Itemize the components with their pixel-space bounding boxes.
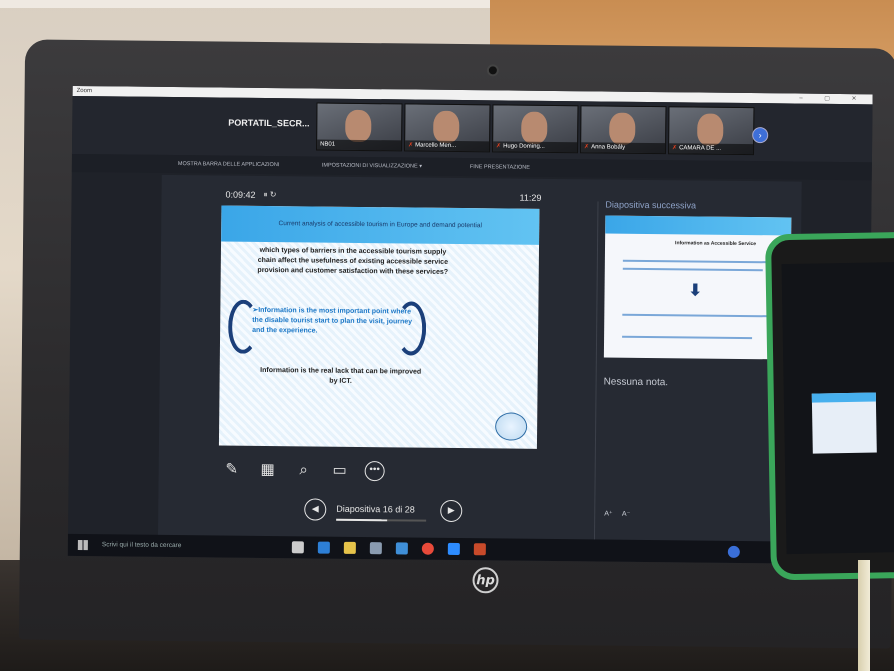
slide-navigation: ◀ Diapositiva 16 di 28 ▶ <box>304 498 474 523</box>
next-slide-title: Information as Accessible Service <box>675 240 757 248</box>
participant-video[interactable]: ✗ Anna Bobály <box>580 105 667 155</box>
participant-name: CAMARA DE ... <box>679 145 722 152</box>
participant-video[interactable]: ✗ Hugo Doming... <box>492 104 579 154</box>
windows-start-icon[interactable] <box>77 540 88 551</box>
participant-caption: ✗ Anna Bobály <box>581 142 666 154</box>
slides-grid-icon[interactable]: ▦ <box>257 460 279 480</box>
next-slide-label: Diapositiva successiva <box>605 199 697 211</box>
phone-screen <box>781 261 894 555</box>
window-controls[interactable]: – ▢ ✕ <box>799 94 866 105</box>
increase-font-button[interactable]: A⁺ <box>604 511 612 518</box>
participant-caption: ✗ CAMARA DE ... <box>669 143 754 155</box>
participant-name: Anna Bobály <box>591 144 626 151</box>
next-slide-button[interactable]: ▶ <box>440 499 463 523</box>
pen-icon[interactable]: ✎ <box>221 460 243 480</box>
next-slide-text-line <box>622 335 753 340</box>
hp-logo: hp <box>472 567 499 594</box>
muted-mic-icon: ✗ <box>408 142 414 149</box>
participant-face <box>345 109 372 143</box>
next-slide-text-line <box>622 313 773 318</box>
laptop: Zoom – ▢ ✕ PORTATIL_SECR... NB01 ✗ Marcel… <box>18 39 894 649</box>
right-arrow-arc <box>395 301 427 356</box>
screen-icon[interactable]: ▭ <box>329 461 351 481</box>
participant-name: NB01 <box>317 139 402 151</box>
next-slide-text-line <box>622 259 773 264</box>
powerpoint-icon[interactable] <box>473 543 486 556</box>
window-title: Zoom <box>76 87 93 95</box>
webcam <box>486 64 499 77</box>
participant-face <box>521 111 548 144</box>
participant-video[interactable]: ✗ CAMARA DE ... <box>667 106 755 156</box>
participant-name: Hugo Doming... <box>503 143 545 150</box>
participant-face <box>609 112 636 145</box>
muted-mic-icon: ✗ <box>584 144 590 151</box>
participant-video[interactable]: ✗ Marcello Men... <box>404 103 491 153</box>
store-icon[interactable] <box>369 542 382 555</box>
participant-caption: ✗ Marcello Men... <box>405 140 490 152</box>
host-name: PORTATIL_SECR... <box>228 117 310 129</box>
slide-header: Current analysis of accessible tourism i… <box>221 205 540 245</box>
slide-question: which types of barriers in the accessibl… <box>257 246 449 276</box>
muted-mic-icon: ✗ <box>672 145 678 152</box>
end-presentation-button[interactable]: FINE PRESENTAZIONE <box>470 164 530 171</box>
notes-text: Nessuna nota. <box>603 376 669 389</box>
charging-cable <box>858 560 870 671</box>
current-slide: Current analysis of accessible tourism i… <box>218 205 540 449</box>
task-view-icon[interactable] <box>291 541 304 554</box>
chrome-icon[interactable] <box>421 542 434 555</box>
previous-slide-button[interactable]: ◀ <box>304 498 327 521</box>
edge-icon[interactable] <box>317 541 330 554</box>
font-size-controls: A⁺ A⁻ <box>604 510 630 518</box>
decrease-font-button[interactable]: A⁻ <box>622 511 630 518</box>
slide-point: ➢Information is the most important point… <box>252 306 413 335</box>
slide-counter: Diapositiva 16 di 28 <box>336 503 415 515</box>
timer-controls: ⏸ ↻ <box>263 190 277 200</box>
next-slide-preview: Information as Accessible Service ⬇ <box>603 215 792 360</box>
mail-icon[interactable] <box>395 542 408 555</box>
participant-face <box>697 113 724 146</box>
muted-mic-icon: ✗ <box>496 143 502 150</box>
smartphone <box>764 231 894 581</box>
zoom-app-icon[interactable] <box>447 542 460 556</box>
zoom-icon[interactable]: ⌕ <box>293 460 315 480</box>
next-slide-text-line <box>622 267 763 272</box>
laptop-screen: Zoom – ▢ ✕ PORTATIL_SECR... NB01 ✗ Marcel… <box>67 85 873 565</box>
participant-caption: ✗ Hugo Doming... <box>493 141 578 153</box>
presenter-tools: ✎ ▦ ⌕ ▭ ••• <box>221 460 385 482</box>
participant-video[interactable]: NB01 <box>316 102 403 152</box>
slide-conclusion: Information is the real lack that can be… <box>260 366 422 385</box>
file-explorer-icon[interactable] <box>343 541 356 554</box>
pause-icon[interactable]: ⏸ <box>264 190 268 199</box>
elapsed-timer: 0:09:42 <box>225 189 256 200</box>
show-taskbar-button[interactable]: MOSTRA BARRA DELLE APPLICAZIONI <box>178 161 280 168</box>
chevron-right-icon[interactable]: › <box>752 127 769 144</box>
phone-slide-preview <box>811 392 877 454</box>
participant-face <box>433 110 460 144</box>
photo-scene: Zoom – ▢ ✕ PORTATIL_SECR... NB01 ✗ Marcel… <box>0 0 894 671</box>
participant-name: Marcello Men... <box>415 142 457 149</box>
down-arrow-icon: ⬇ <box>688 282 703 300</box>
more-icon[interactable]: ••• <box>364 461 385 482</box>
phone-slide-header <box>811 392 876 403</box>
taskbar-search[interactable]: Scrivi qui il testo da cercare <box>98 537 278 555</box>
reset-icon[interactable]: ↻ <box>270 190 277 199</box>
project-logo <box>494 412 528 441</box>
help-icon[interactable] <box>727 545 740 558</box>
next-slide-header <box>605 215 792 236</box>
display-settings-button[interactable]: IMPOSTAZIONI DI VISUALIZZAZIONE ▾ <box>322 163 422 170</box>
clock: 11:29 <box>519 192 542 203</box>
